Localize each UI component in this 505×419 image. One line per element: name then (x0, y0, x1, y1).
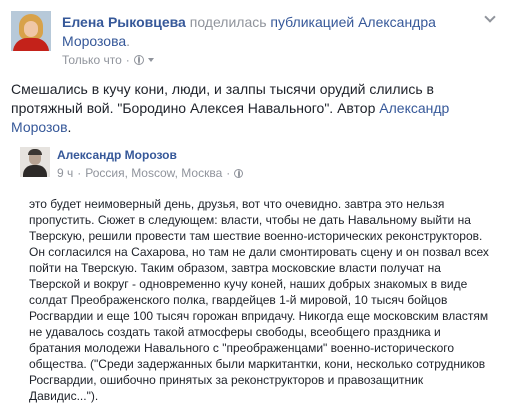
message-end: . (67, 119, 72, 135)
shared-post-meta: 9 ч · Россия, Moscow, Москва · (57, 166, 244, 180)
shared-author-avatar[interactable] (20, 147, 50, 177)
post-time-link[interactable]: Только что (62, 53, 122, 67)
chevron-down-icon[interactable] (485, 13, 495, 23)
shared-avatar-hat (28, 149, 42, 155)
shared-globe-icon (234, 168, 244, 178)
shared-post-card: Александр Морозов 9 ч · Россия, Moscow, … (11, 141, 501, 419)
shared-post-text: это будет неимоверный день, друзья, вот … (29, 197, 489, 403)
globe-icon[interactable] (133, 55, 144, 65)
post-header: Елена Рыковцева поделилась публикацией А… (62, 13, 482, 51)
post-meta: Только что · (62, 53, 154, 67)
shared-post-time-link[interactable]: 9 ч (57, 166, 73, 180)
shared-author-name-link[interactable]: Александр Морозов (57, 148, 177, 162)
privacy-dropdown-icon[interactable] (147, 58, 154, 62)
author-name-link[interactable]: Елена Рыковцева (62, 14, 186, 30)
shared-location[interactable]: Россия, Moscow, Москва (85, 166, 222, 180)
author-avatar[interactable] (11, 11, 51, 51)
shared-meta-separator: · (77, 166, 82, 180)
shared-post: Елена Рыковцева поделилась публикацией А… (0, 0, 505, 419)
message-text: Смешались в кучу кони, люди, и залпы тыс… (11, 81, 434, 116)
shared-meta-separator-2: · (226, 166, 231, 180)
avatar-face (24, 21, 38, 37)
header-period: . (126, 33, 131, 49)
post-message: Смешались в кучу кони, люди, и залпы тыс… (11, 80, 496, 137)
share-action-text: поделилась (189, 14, 267, 30)
shared-avatar-torso (23, 165, 47, 177)
meta-separator: · (125, 53, 130, 67)
